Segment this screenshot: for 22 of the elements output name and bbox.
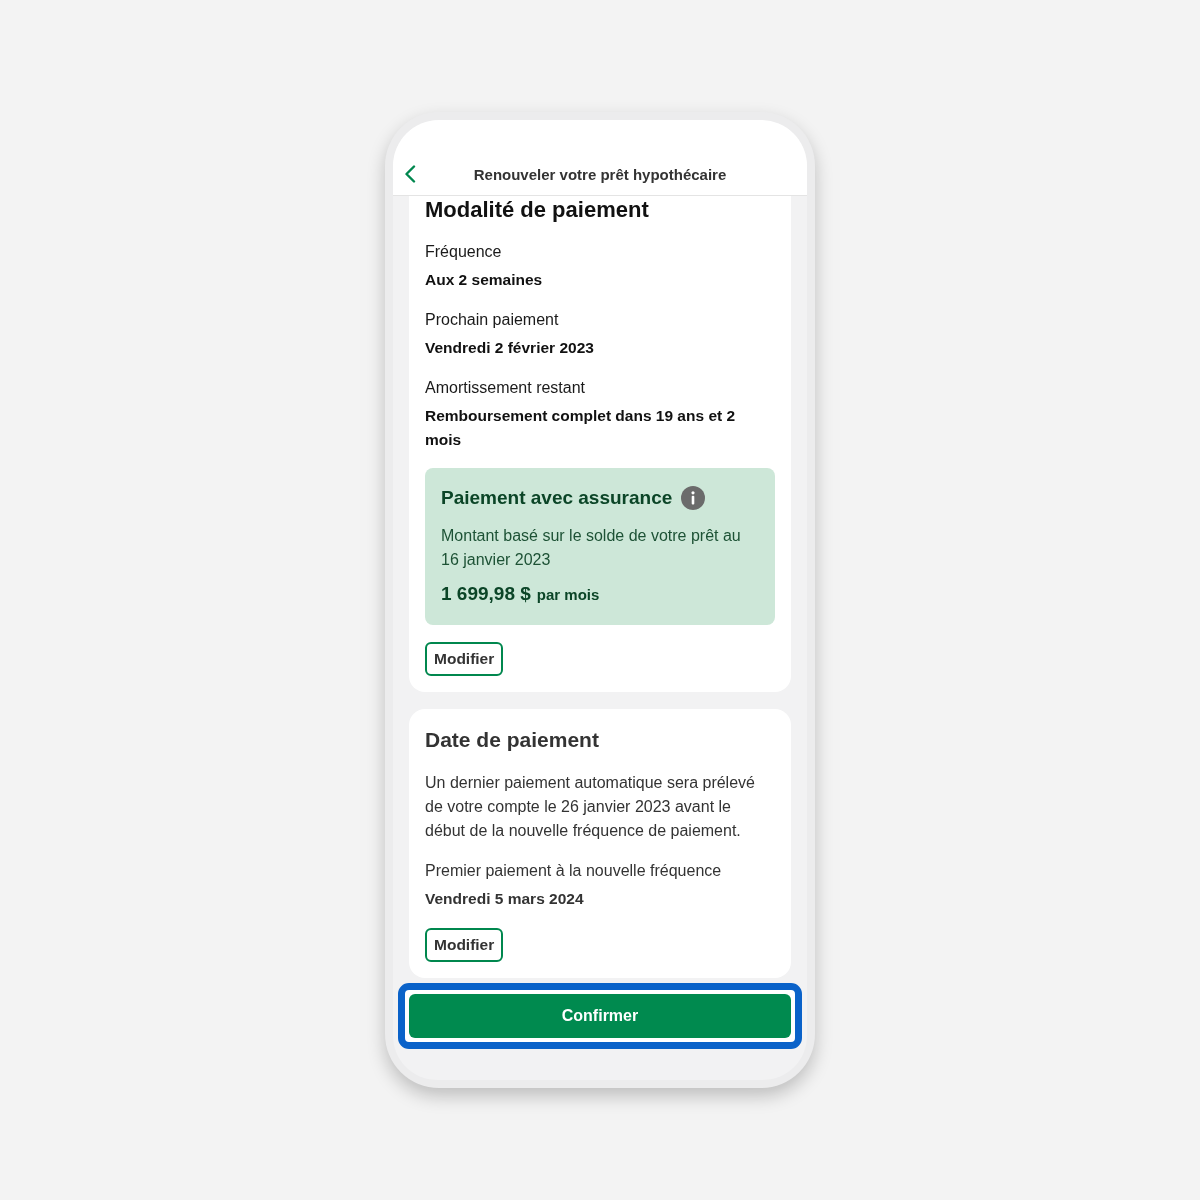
field-value: Vendredi 5 mars 2024	[425, 889, 584, 909]
section-title: Modalité de paiement	[425, 196, 649, 224]
panel-title: Paiement avec assurance	[441, 486, 673, 510]
field-label: Fréquence	[425, 242, 502, 262]
back-chevron-icon	[404, 165, 416, 183]
screen-title: Renouveler votre prêt hypothécaire	[473, 165, 727, 185]
modify-button[interactable]: Modifier	[425, 928, 504, 962]
back-button[interactable]	[403, 164, 417, 184]
field-value: Aux 2 semaines	[425, 270, 543, 290]
field-value: Remboursement complet dans 19 ans et 2 mois	[425, 406, 737, 450]
info-icon[interactable]	[681, 486, 706, 510]
confirm-button[interactable]: Confirmer	[409, 994, 791, 1038]
field-value: Vendredi 2 février 2023	[425, 338, 594, 358]
panel-text: Montant basé sur le solde de votre prêt au 16 janvier 2023	[441, 526, 742, 570]
field-label: Premier paiement à la nouvelle fréquence	[425, 861, 722, 881]
field-label: Amortissement restant	[425, 378, 586, 398]
section-title: Date de paiement	[425, 727, 599, 753]
info-paragraph: Un dernier paiement automatique sera prélevé de votre compte le 26 janvier 2023 avant le début de la nouvelle fréquence de paiement.	[425, 773, 756, 841]
payment-period: par mois	[536, 585, 600, 605]
field-label: Prochain paiement	[425, 310, 559, 330]
modify-button[interactable]: Modifier	[425, 642, 504, 676]
payment-amount: 1 699,98 $	[441, 582, 531, 606]
